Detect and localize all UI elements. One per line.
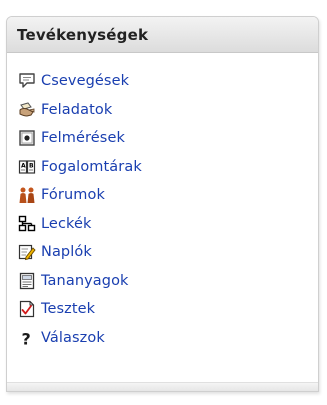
activity-label[interactable]: Válaszok	[41, 330, 105, 346]
lesson-tree-icon	[18, 215, 36, 233]
activity-item-assignments[interactable]: Feladatok	[18, 96, 318, 125]
svg-text:A: A	[21, 162, 26, 169]
activity-label[interactable]: Felmérések	[41, 130, 125, 146]
activity-label[interactable]: Naplók	[41, 244, 92, 260]
survey-icon	[18, 129, 36, 147]
activity-list: Csevegések Feladatok Felmérések A B Foga…	[7, 53, 318, 352]
activity-label[interactable]: Leckék	[41, 216, 92, 232]
block-title: Tevékenységek	[17, 25, 149, 44]
activity-label[interactable]: Tesztek	[41, 301, 95, 317]
forum-people-icon	[18, 186, 36, 204]
activities-block: Tevékenységek Csevegések Feladatok Felmé…	[6, 16, 319, 392]
svg-text:B: B	[29, 162, 34, 169]
journal-pencil-icon	[18, 243, 36, 261]
activity-label[interactable]: Fórumok	[41, 187, 105, 203]
activity-label[interactable]: Feladatok	[41, 102, 112, 118]
glossary-book-icon: A B	[18, 158, 36, 176]
activity-item-choices[interactable]: ? Válaszok	[18, 324, 318, 353]
activity-label[interactable]: Csevegések	[41, 73, 129, 89]
svg-text:?: ?	[22, 329, 31, 347]
quiz-check-icon	[18, 300, 36, 318]
activity-item-lessons[interactable]: Leckék	[18, 210, 318, 239]
block-header: Tevékenységek	[7, 17, 318, 53]
activity-item-resources[interactable]: Tananyagok	[18, 267, 318, 296]
question-mark-icon: ?	[18, 329, 36, 347]
assignment-hand-icon	[18, 101, 36, 119]
activity-label[interactable]: Fogalomtárak	[41, 159, 142, 175]
activity-item-journals[interactable]: Naplók	[18, 238, 318, 267]
activity-item-forums[interactable]: Fórumok	[18, 181, 318, 210]
chat-bubble-icon	[18, 72, 36, 90]
resource-document-icon	[18, 272, 36, 290]
activity-label[interactable]: Tananyagok	[41, 273, 129, 289]
block-footer	[7, 382, 318, 391]
activity-item-quizzes[interactable]: Tesztek	[18, 295, 318, 324]
activity-item-glossaries[interactable]: A B Fogalomtárak	[18, 153, 318, 182]
activity-item-chats[interactable]: Csevegések	[18, 67, 318, 96]
activity-item-surveys[interactable]: Felmérések	[18, 124, 318, 153]
